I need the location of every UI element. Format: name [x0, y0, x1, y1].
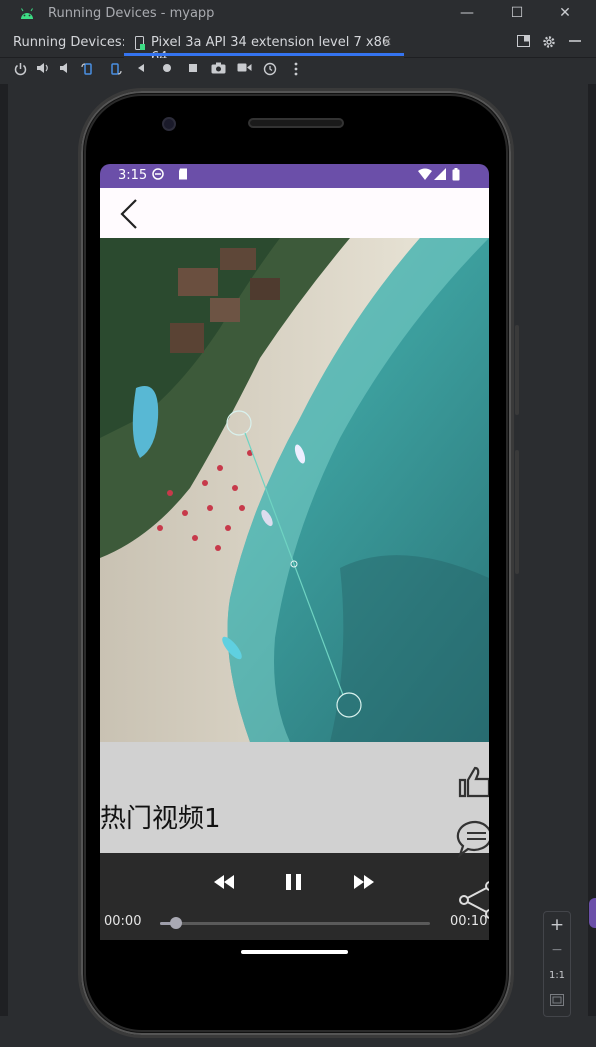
- video-picture: [100, 238, 489, 742]
- status-time: 3:15: [118, 168, 148, 183]
- seek-bar-thumb[interactable]: [170, 917, 183, 929]
- seek-bar[interactable]: [160, 917, 430, 929]
- android-icon: [20, 8, 34, 24]
- volume-side-button[interactable]: [515, 450, 519, 574]
- zoom-fit-icon[interactable]: [544, 994, 570, 1010]
- overview-nav-icon[interactable]: [184, 62, 202, 76]
- window-title: Running Devices - myapp: [48, 6, 215, 21]
- rewind-button[interactable]: [212, 871, 236, 897]
- editor-left-edge: [0, 84, 8, 1016]
- device-toolbar: [0, 58, 596, 84]
- side-indicator: [589, 898, 596, 928]
- gear-icon[interactable]: [540, 35, 558, 53]
- player-controls: 00:00 00:10: [100, 853, 489, 940]
- share-icon[interactable]: [458, 880, 489, 924]
- device-screen: 3:15 热门视频1 00:00 00:10: [100, 164, 489, 940]
- thumbs-up-icon[interactable]: [457, 766, 489, 804]
- hide-panel-icon[interactable]: [566, 35, 584, 51]
- video-info-panel: 热门视频1: [100, 742, 489, 853]
- home-nav-icon[interactable]: [158, 62, 176, 76]
- record-icon[interactable]: [235, 62, 253, 76]
- volume-up-icon[interactable]: [34, 62, 52, 77]
- editor-right-edge: [588, 84, 596, 1016]
- earpiece-speaker: [248, 118, 344, 128]
- video-title: 热门视频1: [100, 804, 221, 834]
- front-camera: [162, 117, 176, 131]
- volume-down-icon[interactable]: [56, 62, 74, 77]
- zoom-out-button[interactable]: −: [544, 942, 570, 958]
- app-bar: [100, 188, 489, 238]
- more-options-icon[interactable]: [287, 62, 305, 79]
- comment-icon[interactable]: [456, 819, 489, 863]
- zoom-actual-size-button[interactable]: 1:1: [544, 970, 570, 981]
- signal-icon: [434, 168, 446, 183]
- status-bar: 3:15: [100, 164, 489, 188]
- power-side-button[interactable]: [515, 325, 519, 415]
- tab-pixel-3a[interactable]: Pixel 3a API 34 extension level 7 x86 64…: [124, 30, 404, 65]
- screenshot-icon[interactable]: [209, 62, 227, 77]
- running-devices-label: Running Devices:: [13, 35, 127, 50]
- back-arrow-icon[interactable]: [118, 198, 140, 234]
- zoom-controls: + − 1:1: [543, 911, 571, 1017]
- current-time: 00:00: [104, 914, 142, 929]
- status-app-icon: [152, 168, 164, 183]
- rotate-right-icon[interactable]: [106, 62, 124, 79]
- tab-active-indicator: [124, 53, 404, 56]
- rotate-left-icon[interactable]: [79, 62, 97, 79]
- running-devices-tabbar: Running Devices: Pixel 3a API 34 extensi…: [0, 30, 596, 65]
- sd-card-icon: [178, 168, 188, 183]
- battery-icon: [452, 168, 460, 184]
- zoom-in-button[interactable]: +: [544, 915, 570, 935]
- fast-forward-button[interactable]: [352, 871, 376, 897]
- window-title-bar: Running Devices - myapp — ☐ ✕: [0, 0, 596, 30]
- video-frame[interactable]: [100, 238, 489, 742]
- pause-button[interactable]: [284, 871, 304, 897]
- maximize-button[interactable]: ☐: [507, 5, 527, 21]
- snapshot-icon[interactable]: [261, 62, 279, 79]
- wifi-icon: [418, 168, 432, 183]
- tab-close-icon[interactable]: ✕: [382, 35, 392, 49]
- back-nav-icon[interactable]: [132, 62, 150, 76]
- layout-icon[interactable]: [514, 35, 532, 51]
- minimize-button[interactable]: —: [457, 5, 477, 21]
- close-window-button[interactable]: ✕: [555, 5, 575, 21]
- power-icon[interactable]: [11, 62, 29, 79]
- gesture-nav-bar[interactable]: [241, 950, 348, 954]
